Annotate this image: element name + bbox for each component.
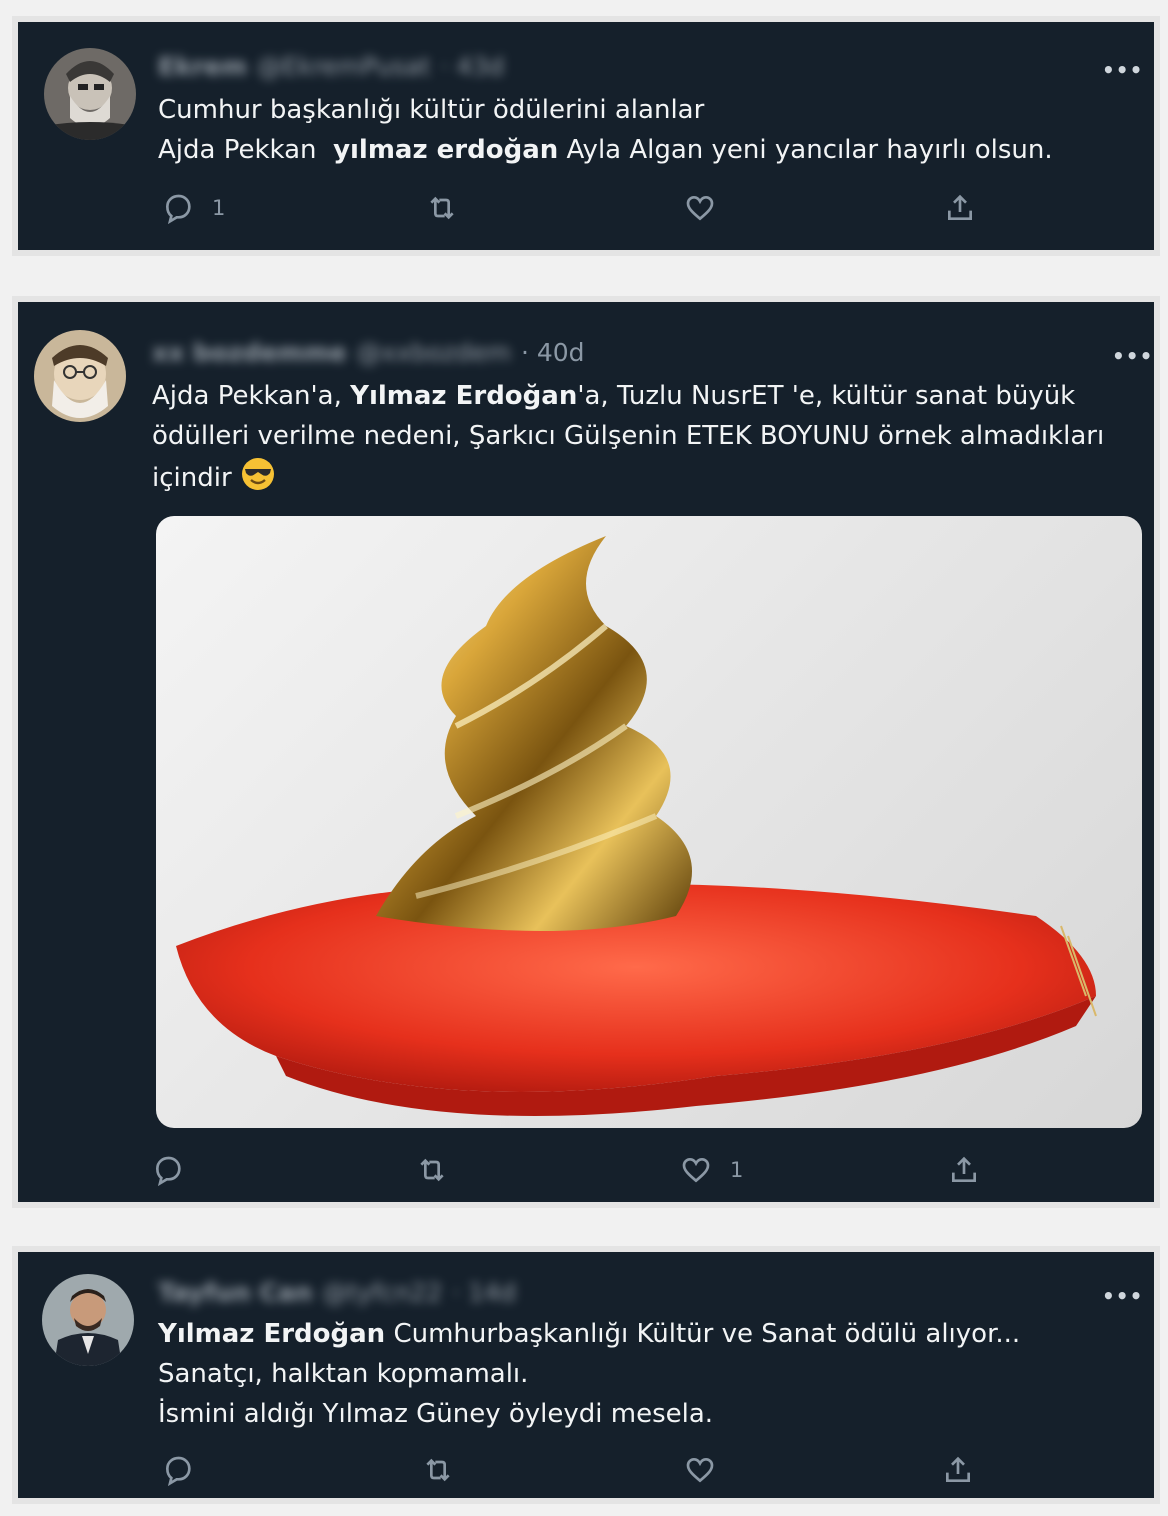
smiling-face-with-sunglasses-emoji [240,456,276,504]
like-button[interactable] [684,1454,734,1486]
retweet-button[interactable] [426,192,476,224]
more-options-icon[interactable]: ••• [1102,1286,1143,1306]
author-name[interactable]: xx bozdemme [152,338,346,367]
reply-icon [165,1456,191,1486]
tweet-card-3[interactable]: Tayfun Can @tyfcn22 · 14d ••• Yılmaz Erd… [12,1246,1160,1504]
author-handle[interactable]: @EkremPusat [257,52,430,81]
heart-icon [686,195,714,221]
tweet-text-span: 'a, Tuzlu NusrET 'e, kültür sanat büyük [577,381,1076,411]
share-button[interactable] [944,192,976,224]
tweet-card-1[interactable]: Ekrem @EkremPusat · 43d ••• Cumhur başka… [12,16,1160,256]
tweet-line: ödülleri verilme nedeni, Şarkıcı Gülşeni… [152,416,1142,456]
retweet-icon [430,196,454,220]
tweet-text-span: Cumhurbaşkanlığı Kültür ve Sanat ödülü a… [385,1319,1021,1349]
tweet-actions [162,1454,1122,1498]
retweet-button[interactable] [416,1154,466,1186]
reply-icon [155,1156,181,1186]
reply-button[interactable] [162,1454,212,1486]
share-icon [946,1456,970,1482]
tweet-line: Ajda Pekkan yılmaz erdoğan Ayla Algan ye… [158,130,1118,170]
mention-bold: yılmaz erdoğan [333,135,559,165]
tweet-actions: 1 [162,192,1122,236]
tweet-text-span: Ajda Pekkan [158,135,334,165]
tweet-text: Ajda Pekkan'a, Yılmaz Erdoğan'a, Tuzlu N… [152,376,1142,504]
tweet-time[interactable]: · 40d [521,338,585,367]
tweet-text: Yılmaz Erdoğan Cumhurbaşkanlığı Kültür v… [158,1314,1138,1434]
tweet-text-span: ödülleri verilme nedeni, Şarkıcı Gülşeni… [152,421,1105,451]
tweet-image[interactable] [156,516,1142,1128]
tweet-text-span: Cumhur başkanlığı kültür ödülerini alanl… [158,95,705,125]
tweet-text-span: İsmini aldığı Yılmaz Güney öyleydi mesel… [158,1399,714,1429]
more-options-icon[interactable]: ••• [1102,60,1143,80]
share-button[interactable] [942,1454,974,1486]
tweet-line: Cumhur başkanlığı kültür ödülerini alanl… [158,90,1118,130]
tweet-line: İsmini aldığı Yılmaz Güney öyleydi mesel… [158,1394,1138,1434]
reply-button[interactable] [152,1154,202,1186]
heart-icon [686,1457,714,1483]
tweet-line: Ajda Pekkan'a, Yılmaz Erdoğan'a, Tuzlu N… [152,376,1142,416]
share-icon [948,194,972,220]
reply-count: 1 [212,196,226,220]
tweet-line: Yılmaz Erdoğan Cumhurbaşkanlığı Kültür v… [158,1314,1138,1354]
author-name[interactable]: Ekrem [158,52,247,81]
tweet-text-span: Sanatçı, halktan kopmamalı. [158,1359,529,1389]
tweet-card-2[interactable]: xx bozdemme @xxbozdem · 40d ••• Ajda Pek… [12,296,1160,1208]
more-options-icon[interactable]: ••• [1112,346,1153,366]
avatar[interactable] [44,48,136,140]
share-icon [952,1156,976,1182]
retweet-icon [420,1158,444,1182]
tweet-text: Cumhur başkanlığı kültür ödülerini alanl… [158,90,1118,170]
reply-icon [165,194,191,224]
avatar[interactable] [34,330,126,422]
share-button[interactable] [948,1154,980,1186]
tweet-line: Sanatçı, halktan kopmamalı. [158,1354,1138,1394]
like-button[interactable]: 1 [680,1154,743,1186]
like-count: 1 [730,1158,744,1182]
tweet-line: içindir [152,456,1142,504]
retweet-button[interactable] [422,1454,472,1486]
tweet-actions: 1 [152,1154,1142,1198]
tweet-time[interactable]: · 14d [452,1278,516,1307]
like-button[interactable] [684,192,734,224]
avatar[interactable] [42,1274,134,1366]
retweet-icon [426,1458,450,1482]
author-handle[interactable]: @xxbozdem [356,338,510,367]
tweet-time[interactable]: · 43d [440,52,504,81]
author-name[interactable]: Tayfun Can [158,1278,312,1307]
author-handle[interactable]: @tyfcn22 [322,1278,442,1307]
tweet-text-span: içindir [152,463,232,493]
tweet-text-span: Ajda Pekkan'a, [152,381,351,411]
reply-button[interactable]: 1 [162,192,225,224]
mention-bold: Yılmaz Erdoğan [158,1319,386,1349]
golden-trophy-on-red-pillow-image [176,536,1097,1116]
tweet-text-span: Ayla Algan yeni yancılar hayırlı olsun. [558,135,1053,165]
mention-bold: Yılmaz Erdoğan [350,381,578,411]
heart-icon [682,1157,710,1183]
